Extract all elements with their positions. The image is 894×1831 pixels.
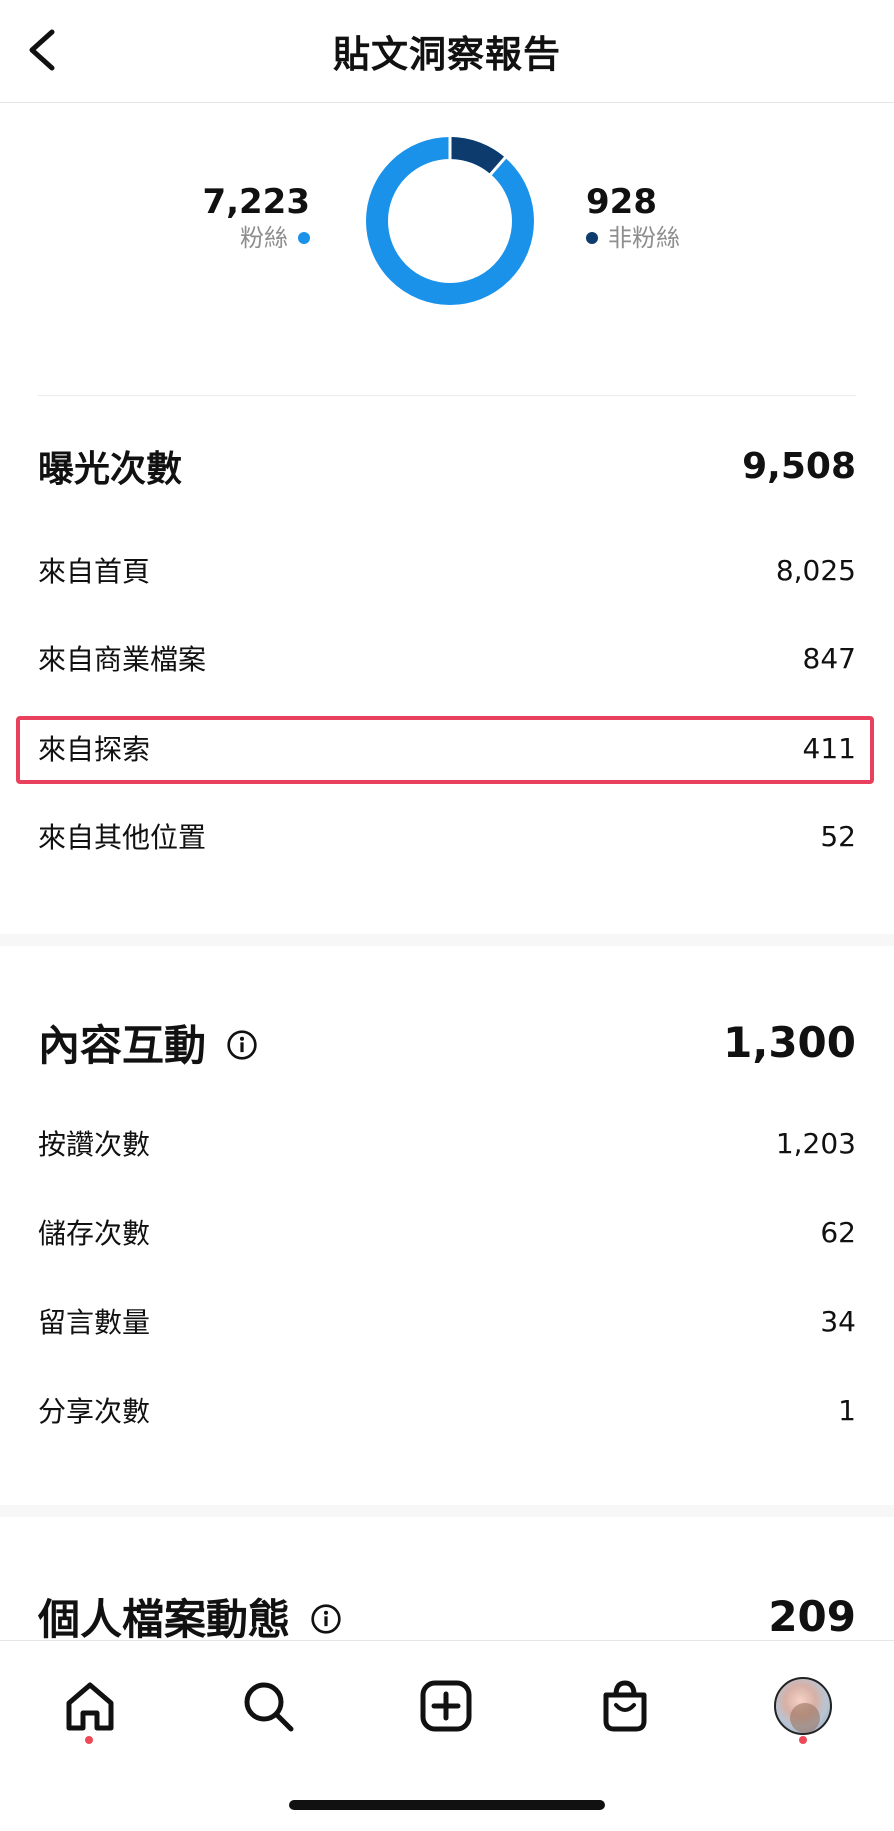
interactions-title: 內容互動 (38, 1021, 207, 1070)
profile-activity-header: 個人檔案動態 209 (38, 1586, 856, 1647)
info-icon[interactable] (310, 1601, 342, 1634)
section-separator (0, 1505, 894, 1517)
interactions-row-saves: 儲存次數 62 (38, 1212, 856, 1252)
impressions-row-explore: 來自探索 411 (38, 728, 856, 768)
row-label: 留言數量 (38, 1306, 151, 1339)
info-icon[interactable] (226, 1027, 258, 1060)
row-value: 52 (820, 819, 856, 853)
followers-label: 粉絲 (240, 224, 288, 252)
search-tab[interactable] (233, 1671, 303, 1741)
interactions-row-shares: 分享次數 1 (38, 1390, 856, 1430)
impressions-row-other: 來自其他位置 52 (38, 816, 856, 856)
interactions-header: 內容互動 1,300 (38, 1012, 856, 1073)
interactions-row-likes: 按讚次數 1,203 (38, 1123, 856, 1163)
row-value: 8,025 (775, 553, 856, 587)
non-followers-stat: 928 非粉絲 (586, 182, 680, 254)
impressions-row-profile: 來自商業檔案 847 (38, 638, 856, 678)
impressions-row-home: 來自首頁 8,025 (38, 550, 856, 590)
donut-track (366, 137, 534, 305)
search-icon (244, 1682, 294, 1732)
home-indicator-bar (289, 1800, 605, 1810)
non-followers-legend-dot (586, 232, 598, 244)
shopping-bag-icon (603, 1680, 647, 1732)
audience-donut-chart (362, 133, 538, 309)
interactions-title-group: 內容互動 (38, 1012, 258, 1073)
row-label: 來自其他位置 (38, 821, 207, 854)
interactions-row-comments: 留言數量 34 (38, 1301, 856, 1341)
non-followers-count: 928 (586, 182, 657, 222)
divider (38, 395, 856, 396)
followers-legend: 粉絲 (202, 222, 310, 254)
shop-tab[interactable] (590, 1671, 660, 1741)
non-followers-label: 非粉絲 (608, 224, 680, 252)
followers-legend-dot (298, 232, 310, 244)
profile-avatar (774, 1677, 832, 1735)
section-separator (0, 934, 894, 946)
home-notification-dot (85, 1736, 93, 1744)
impressions-title: 曝光次數 (38, 449, 183, 490)
page-title: 貼文洞察報告 (333, 33, 561, 76)
profile-notification-dot (799, 1736, 807, 1744)
followers-stat: 7,223 粉絲 (202, 182, 310, 254)
profile-activity-total: 209 (768, 1592, 856, 1641)
row-label: 分享次數 (38, 1395, 151, 1428)
profile-activity-title-group: 個人檔案動態 (38, 1586, 342, 1647)
row-label: 來自商業檔案 (38, 643, 207, 676)
home-icon (66, 1682, 114, 1731)
row-value: 34 (820, 1304, 856, 1338)
create-tab[interactable] (411, 1671, 481, 1741)
home-tab[interactable] (55, 1671, 125, 1741)
row-label: 來自首頁 (38, 555, 151, 588)
impressions-total: 9,508 (742, 445, 856, 487)
profile-activity-title: 個人檔案動態 (38, 1595, 291, 1644)
followers-count: 7,223 (202, 182, 310, 222)
row-label: 按讚次數 (38, 1128, 151, 1161)
create-post-icon (420, 1680, 472, 1732)
row-label: 來自探索 (38, 733, 151, 766)
row-value: 847 (802, 641, 856, 675)
non-followers-legend: 非粉絲 (586, 222, 680, 254)
profile-tab[interactable] (768, 1671, 838, 1741)
row-value: 1 (838, 1393, 856, 1427)
row-value: 411 (802, 731, 856, 765)
top-bar: 貼文洞察報告 (0, 0, 894, 103)
row-value: 1,203 (775, 1126, 856, 1160)
row-value: 62 (820, 1215, 856, 1249)
row-label: 儲存次數 (38, 1217, 151, 1250)
impressions-header: 曝光次數 9,508 (38, 440, 856, 492)
interactions-total: 1,300 (723, 1018, 856, 1067)
